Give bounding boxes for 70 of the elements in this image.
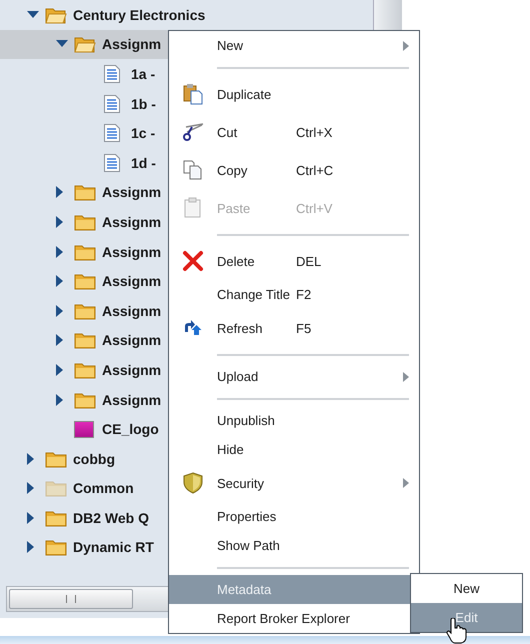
menu-item[interactable]: Show Path bbox=[169, 531, 419, 560]
expand-arrow-icon[interactable] bbox=[27, 452, 35, 465]
tree-item[interactable]: Assignm bbox=[0, 207, 168, 237]
menu-item[interactable]: Unpublish bbox=[169, 406, 419, 435]
folder-icon bbox=[74, 302, 96, 320]
tree-item[interactable]: Century Electronics bbox=[0, 0, 206, 30]
tree-item[interactable]: cobbg bbox=[0, 444, 168, 474]
collapse-arrow-icon[interactable] bbox=[56, 40, 68, 48]
duplicate-icon bbox=[182, 83, 204, 105]
delete-icon bbox=[182, 250, 204, 272]
folder-icon bbox=[45, 508, 67, 527]
folder-icon bbox=[74, 212, 96, 231]
folder-icon bbox=[45, 479, 67, 498]
tree-item[interactable]: Assignm bbox=[0, 266, 168, 296]
shield-icon bbox=[182, 472, 204, 494]
folder-icon bbox=[74, 360, 96, 379]
expand-arrow-icon[interactable] bbox=[56, 394, 64, 406]
menu-item[interactable]: Delete DEL bbox=[169, 242, 419, 280]
expand-arrow-icon[interactable] bbox=[56, 334, 64, 346]
tree-item[interactable]: 1d - bbox=[0, 148, 168, 178]
open-folder-icon bbox=[45, 6, 67, 24]
copy-icon bbox=[182, 159, 204, 181]
scissors-icon bbox=[182, 121, 204, 143]
expand-arrow-icon[interactable] bbox=[56, 186, 64, 198]
expand-arrow-icon[interactable] bbox=[27, 482, 35, 494]
gif-file-icon bbox=[74, 420, 94, 438]
tree-item[interactable]: Assignm bbox=[0, 355, 168, 385]
menu-item[interactable]: Copy Ctrl+C bbox=[169, 151, 419, 189]
expand-arrow-icon[interactable] bbox=[56, 216, 64, 228]
expand-arrow-icon[interactable] bbox=[27, 541, 35, 554]
expand-arrow-icon[interactable] bbox=[56, 364, 64, 376]
menu-item[interactable]: Change Title F2 bbox=[169, 280, 419, 309]
menu-item[interactable]: Duplicate bbox=[169, 75, 419, 113]
expand-arrow-icon[interactable] bbox=[56, 275, 64, 288]
menu-item[interactable]: Hide bbox=[169, 435, 419, 464]
document-icon bbox=[103, 94, 121, 114]
tree-item[interactable]: Assignm bbox=[0, 326, 168, 356]
expand-arrow-icon[interactable] bbox=[56, 246, 64, 258]
folder-icon bbox=[74, 183, 96, 202]
document-icon bbox=[103, 152, 121, 173]
document-icon bbox=[103, 123, 121, 144]
tree-item[interactable]: Dynamic RT bbox=[0, 532, 168, 562]
menu-item[interactable]: Upload bbox=[169, 362, 419, 391]
tree-item[interactable]: Assignm bbox=[0, 30, 168, 60]
tree-item[interactable]: Assignm bbox=[0, 384, 168, 414]
folder-icon bbox=[45, 450, 67, 468]
menu-item[interactable]: Refresh F5 bbox=[169, 309, 419, 347]
collapse-arrow-icon[interactable] bbox=[27, 10, 39, 19]
tree-item[interactable]: 1c - bbox=[0, 118, 168, 148]
menu-item[interactable]: Security bbox=[169, 464, 419, 502]
tree-item[interactable]: Assignm bbox=[0, 236, 168, 266]
tree-item[interactable]: Assignm bbox=[0, 178, 168, 208]
menu-item[interactable]: Cut Ctrl+X bbox=[169, 113, 419, 151]
menu-item[interactable]: New bbox=[169, 31, 419, 60]
folder-icon bbox=[74, 272, 96, 290]
tree-item[interactable]: CE_logo bbox=[0, 414, 168, 444]
expand-arrow-icon[interactable] bbox=[27, 512, 35, 524]
folder-icon bbox=[74, 390, 96, 409]
tree-item[interactable]: DB2 Web Q bbox=[0, 503, 168, 533]
expand-arrow-icon[interactable] bbox=[56, 304, 64, 317]
open-folder-icon bbox=[74, 35, 96, 54]
tree-item[interactable]: 1b - bbox=[0, 88, 168, 118]
tree-item[interactable]: 1a - bbox=[0, 59, 168, 89]
tree-item[interactable]: Assignm bbox=[0, 296, 168, 326]
tree-item[interactable]: Common bbox=[0, 474, 168, 504]
folder-icon bbox=[74, 242, 96, 261]
folder-icon bbox=[45, 538, 67, 556]
document-icon bbox=[103, 64, 121, 84]
folder-icon bbox=[74, 331, 96, 350]
menu-item[interactable]: Properties bbox=[169, 502, 419, 531]
